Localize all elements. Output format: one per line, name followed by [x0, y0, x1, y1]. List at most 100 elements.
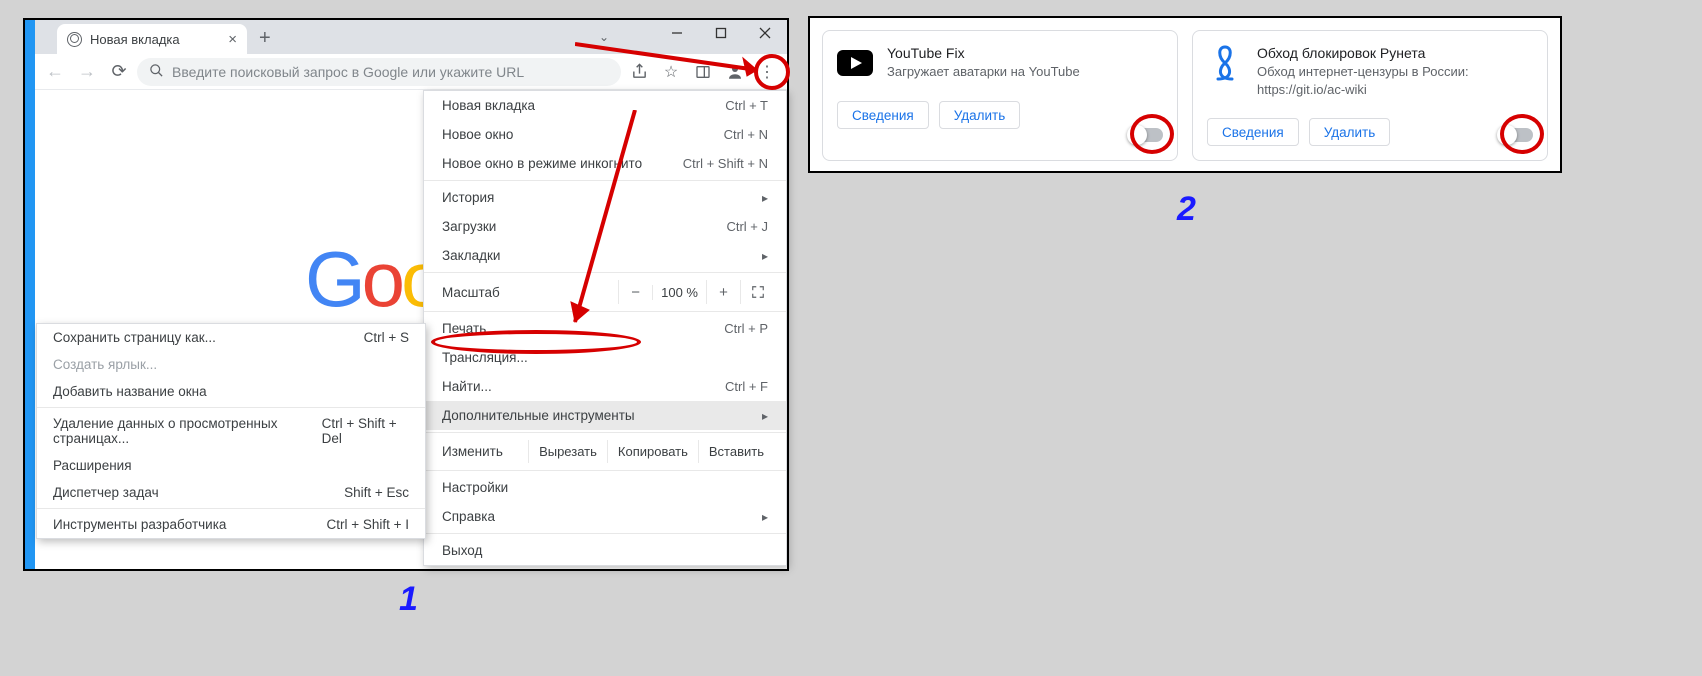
- menu-item-zoom: Масштаб − 100 % +: [424, 275, 786, 309]
- back-button[interactable]: ←: [41, 58, 69, 86]
- menu-label: Новое окно в режиме инкогнито: [442, 156, 642, 171]
- menu-label: Новое окно: [442, 127, 513, 142]
- forward-button[interactable]: →: [73, 58, 101, 86]
- menu-label: Настройки: [442, 480, 508, 495]
- reload-button[interactable]: ⟳: [105, 58, 133, 86]
- new-tab-button[interactable]: +: [259, 27, 271, 50]
- menu-label: Диспетчер задач: [53, 485, 159, 500]
- extension-toggle[interactable]: [1129, 128, 1163, 142]
- menu-label: История: [442, 190, 494, 205]
- close-window-button[interactable]: [743, 20, 787, 46]
- bookmark-star-icon[interactable]: ☆: [657, 58, 685, 86]
- tab-strip: Новая вкладка × + ⌄: [35, 20, 787, 54]
- menu-item-print[interactable]: Печать...Ctrl + P: [424, 314, 786, 343]
- submenu-item-dev-tools[interactable]: Инструменты разработчикаCtrl + Shift + I: [37, 511, 425, 538]
- omnibox[interactable]: Введите поисковый запрос в Google или ук…: [137, 58, 621, 86]
- menu-label: Удаление данных о просмотренных страница…: [53, 416, 322, 446]
- close-tab-icon[interactable]: ×: [228, 31, 237, 48]
- chevron-right-icon: ▸: [762, 409, 768, 423]
- panel-1-chrome-window: Новая вкладка × + ⌄ ← → ⟳ Введите поиско…: [23, 18, 789, 571]
- menu-separator: [37, 407, 425, 408]
- menu-shortcut: Ctrl + N: [724, 127, 768, 142]
- details-button[interactable]: Сведения: [837, 101, 929, 129]
- menu-separator: [424, 470, 786, 471]
- menu-label: Создать ярлык...: [53, 357, 157, 372]
- minimize-button[interactable]: [655, 20, 699, 46]
- zoom-in-button[interactable]: +: [706, 280, 740, 304]
- menu-item-new-tab[interactable]: Новая вкладкаCtrl + T: [424, 91, 786, 120]
- cut-button[interactable]: Вырезать: [528, 440, 607, 463]
- submenu-item-name-window[interactable]: Добавить название окна: [37, 378, 425, 405]
- zoom-out-button[interactable]: −: [618, 280, 652, 304]
- chrome-more-tools-submenu: Сохранить страницу как... Ctrl + S Создат…: [36, 323, 426, 539]
- menu-label: Трансляция...: [442, 350, 528, 365]
- extension-toggle[interactable]: [1499, 128, 1533, 142]
- kebab-menu-icon[interactable]: ⋮: [753, 58, 781, 86]
- menu-label: Справка: [442, 509, 495, 524]
- menu-item-cast[interactable]: Трансляция...: [424, 343, 786, 372]
- side-panel-icon[interactable]: [689, 58, 717, 86]
- chevron-right-icon: ▸: [762, 249, 768, 263]
- button-label: Сведения: [852, 108, 914, 123]
- submenu-item-create-shortcut: Создать ярлык...: [37, 351, 425, 378]
- menu-item-find[interactable]: Найти...Ctrl + F: [424, 372, 786, 401]
- menu-separator: [37, 508, 425, 509]
- menu-separator: [424, 432, 786, 433]
- toggle-knob: [1497, 125, 1517, 145]
- menu-label: Сохранить страницу как...: [53, 330, 216, 345]
- menu-label: Масштаб: [442, 285, 618, 300]
- menu-item-exit[interactable]: Выход: [424, 536, 786, 565]
- menu-shortcut: Ctrl + Shift + Del: [322, 416, 409, 446]
- menu-item-bookmarks[interactable]: Закладки ▸: [424, 241, 786, 270]
- menu-shortcut: Ctrl + S: [364, 330, 409, 345]
- submenu-item-save-page[interactable]: Сохранить страницу как... Ctrl + S: [37, 324, 425, 351]
- step-label-2: 2: [1177, 190, 1196, 229]
- profile-avatar-icon[interactable]: [721, 58, 749, 86]
- share-icon[interactable]: [625, 58, 653, 86]
- copy-button[interactable]: Копировать: [607, 440, 698, 463]
- chrome-window: Новая вкладка × + ⌄ ← → ⟳ Введите поиско…: [25, 20, 787, 569]
- paste-button[interactable]: Вставить: [698, 440, 774, 463]
- menu-shortcut: Ctrl + T: [725, 98, 768, 113]
- ribbon-icon: [1207, 45, 1243, 81]
- submenu-item-clear-data[interactable]: Удаление данных о просмотренных страница…: [37, 410, 425, 452]
- card-titles: Обход блокировок Рунета Обход интернет-ц…: [1257, 45, 1533, 98]
- menu-label: Закладки: [442, 248, 500, 263]
- button-label: Сведения: [1222, 125, 1284, 140]
- extension-title: YouTube Fix: [887, 45, 1080, 61]
- menu-label: Дополнительные инструменты: [442, 408, 635, 423]
- details-button[interactable]: Сведения: [1207, 118, 1299, 146]
- card-titles: YouTube Fix Загружает аватарки на YouTub…: [887, 45, 1080, 81]
- submenu-item-extensions[interactable]: Расширения: [37, 452, 425, 479]
- window-buttons: [655, 20, 787, 46]
- extension-card-youtube-fix: YouTube Fix Загружает аватарки на YouTub…: [822, 30, 1178, 161]
- card-actions: Сведения Удалить: [1207, 118, 1533, 146]
- card-header: YouTube Fix Загружает аватарки на YouTub…: [837, 45, 1163, 81]
- menu-label: Инструменты разработчика: [53, 517, 226, 532]
- extension-title: Обход блокировок Рунета: [1257, 45, 1533, 61]
- extension-description: Обход интернет-цензуры в России: https:/…: [1257, 63, 1533, 98]
- toggle-knob: [1127, 125, 1147, 145]
- menu-item-incognito[interactable]: Новое окно в режиме инкогнитоCtrl + Shif…: [424, 149, 786, 178]
- submenu-item-task-manager[interactable]: Диспетчер задачShift + Esc: [37, 479, 425, 506]
- search-icon: [149, 63, 164, 81]
- menu-label: Расширения: [53, 458, 132, 473]
- tab-title: Новая вкладка: [90, 32, 220, 47]
- chevron-right-icon: ▸: [762, 191, 768, 205]
- menu-item-more-tools[interactable]: Дополнительные инструменты ▸: [424, 401, 786, 430]
- fullscreen-icon[interactable]: [740, 280, 774, 304]
- extension-description: Загружает аватарки на YouTube: [887, 63, 1080, 81]
- remove-button[interactable]: Удалить: [1309, 118, 1391, 146]
- menu-item-downloads[interactable]: ЗагрузкиCtrl + J: [424, 212, 786, 241]
- maximize-button[interactable]: [699, 20, 743, 46]
- menu-item-history[interactable]: История ▸: [424, 183, 786, 212]
- menu-separator: [424, 533, 786, 534]
- remove-button[interactable]: Удалить: [939, 101, 1021, 129]
- menu-item-new-window[interactable]: Новое окно Ctrl + N: [424, 120, 786, 149]
- menu-item-settings[interactable]: Настройки: [424, 473, 786, 502]
- tab-search-icon[interactable]: ⌄: [599, 30, 609, 44]
- menu-item-help[interactable]: Справка▸: [424, 502, 786, 531]
- browser-tab[interactable]: Новая вкладка ×: [57, 24, 247, 54]
- omnibox-placeholder: Введите поисковый запрос в Google или ук…: [172, 64, 524, 80]
- toolbar: ← → ⟳ Введите поисковый запрос в Google …: [35, 54, 787, 90]
